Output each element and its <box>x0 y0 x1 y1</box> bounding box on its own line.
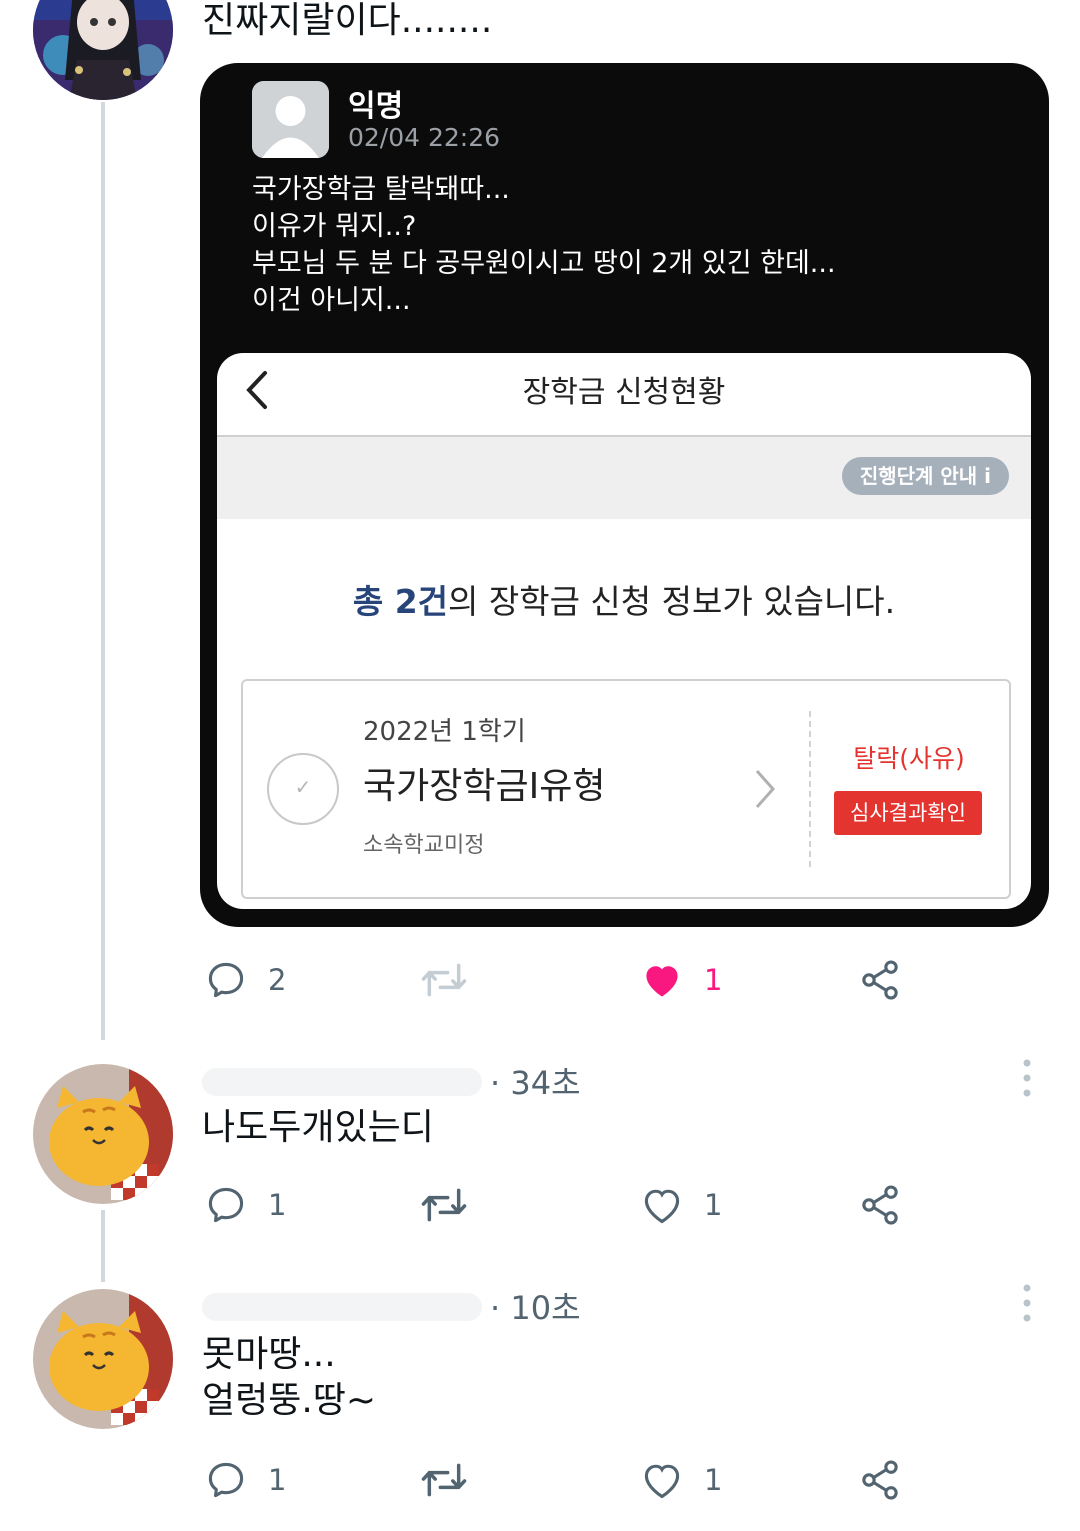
semester-label: 2022년 1학기 <box>363 717 526 747</box>
anonymous-avatar-icon <box>252 81 329 158</box>
summary-text: 총 2건의 장학금 신청 정보가 있습니다. <box>217 575 1031 623</box>
stage-bar: 진행단계 안내 i <box>217 437 1031 519</box>
heart-filled-icon <box>646 966 678 997</box>
anonymous-author: 익명 <box>348 89 404 124</box>
share-button[interactable] <box>858 958 902 1002</box>
school-label: 소속학교미정 <box>363 833 485 858</box>
retweet-icon <box>421 1188 467 1222</box>
reply-button[interactable]: 1 <box>204 1458 286 1502</box>
heart-icon <box>644 1189 680 1224</box>
retweet-button[interactable] <box>420 958 468 1002</box>
like-count: 1 <box>704 963 723 997</box>
reply-author-handle[interactable] <box>202 1068 482 1096</box>
thread-line <box>101 102 105 1040</box>
reply-icon <box>208 1462 244 1498</box>
divider <box>809 711 811 867</box>
retweet-icon <box>421 963 467 997</box>
check-circle-icon: ✓ <box>267 753 339 825</box>
share-button[interactable] <box>858 1458 902 1502</box>
reply-time: · 34초 <box>490 1064 581 1102</box>
more-options-icon[interactable] <box>1016 1283 1038 1323</box>
summary-rest: 의 장학금 신청 정보가 있습니다. <box>448 582 896 621</box>
like-count: 1 <box>704 1188 723 1222</box>
avatar[interactable] <box>33 1289 173 1429</box>
chevron-right-icon <box>755 770 776 808</box>
reply-count: 1 <box>268 1188 287 1222</box>
post-date: 02/04 22:26 <box>348 123 501 152</box>
like-count: 1 <box>704 1463 723 1497</box>
reply-author-handle[interactable] <box>202 1293 482 1321</box>
post-body: 국가장학금 탈락돼따... 이유가 뭐지..? 부모님 두 분 다 공무원이시고… <box>252 174 836 316</box>
embedded-screenshot[interactable]: 익명 02/04 22:26 국가장학금 탈락돼따... 이유가 뭐지..? 부… <box>200 63 1049 927</box>
avatar[interactable] <box>33 1064 173 1204</box>
scholarship-name: 국가장학금I유형 <box>363 766 606 807</box>
thread-line <box>101 1210 105 1282</box>
review-result-button: 심사결과확인 <box>834 791 982 835</box>
scholarship-app-screen: 장학금 신청현황 진행단계 안내 i 총 2건의 장학금 신청 정보가 있습니다… <box>217 353 1031 909</box>
summary-count: 총 2건 <box>352 582 449 621</box>
reply-time: · 10초 <box>490 1289 581 1327</box>
share-icon <box>862 960 898 1000</box>
like-button[interactable]: 1 <box>640 1183 722 1227</box>
reply-icon <box>208 1187 244 1223</box>
share-icon <box>862 1185 898 1225</box>
share-icon <box>862 1460 898 1500</box>
status-badge: 탈락(사유) <box>853 744 965 773</box>
retweet-icon <box>421 1463 467 1497</box>
reply-button[interactable]: 2 <box>204 958 286 1002</box>
retweet-button[interactable] <box>420 1458 468 1502</box>
reply-text: 나도두개있는디 <box>202 1107 434 1148</box>
scholarship-card: ✓ 2022년 1학기 국가장학금I유형 소속학교미정 탈락(사유) 심사결과확… <box>241 679 1011 899</box>
app-title: 장학금 신청현황 <box>522 375 726 410</box>
app-header: 장학금 신청현황 <box>217 353 1031 437</box>
retweet-button[interactable] <box>420 1183 468 1227</box>
tweet-text: 진짜지랄이다........ <box>202 0 493 41</box>
reply-icon <box>208 962 244 998</box>
reply-text: 못마땅... 얼렁뚱.땅~ <box>202 1334 377 1421</box>
avatar[interactable] <box>33 0 173 100</box>
share-button[interactable] <box>858 1183 902 1227</box>
stage-guide-button: 진행단계 안내 i <box>841 457 1009 495</box>
more-options-icon[interactable] <box>1016 1058 1038 1098</box>
reply-button[interactable]: 1 <box>204 1183 286 1227</box>
reply-count: 1 <box>268 1463 287 1497</box>
like-button[interactable]: 1 <box>640 958 722 1002</box>
reply-count: 2 <box>268 963 287 997</box>
like-button[interactable]: 1 <box>640 1458 722 1502</box>
heart-icon <box>644 1464 680 1499</box>
